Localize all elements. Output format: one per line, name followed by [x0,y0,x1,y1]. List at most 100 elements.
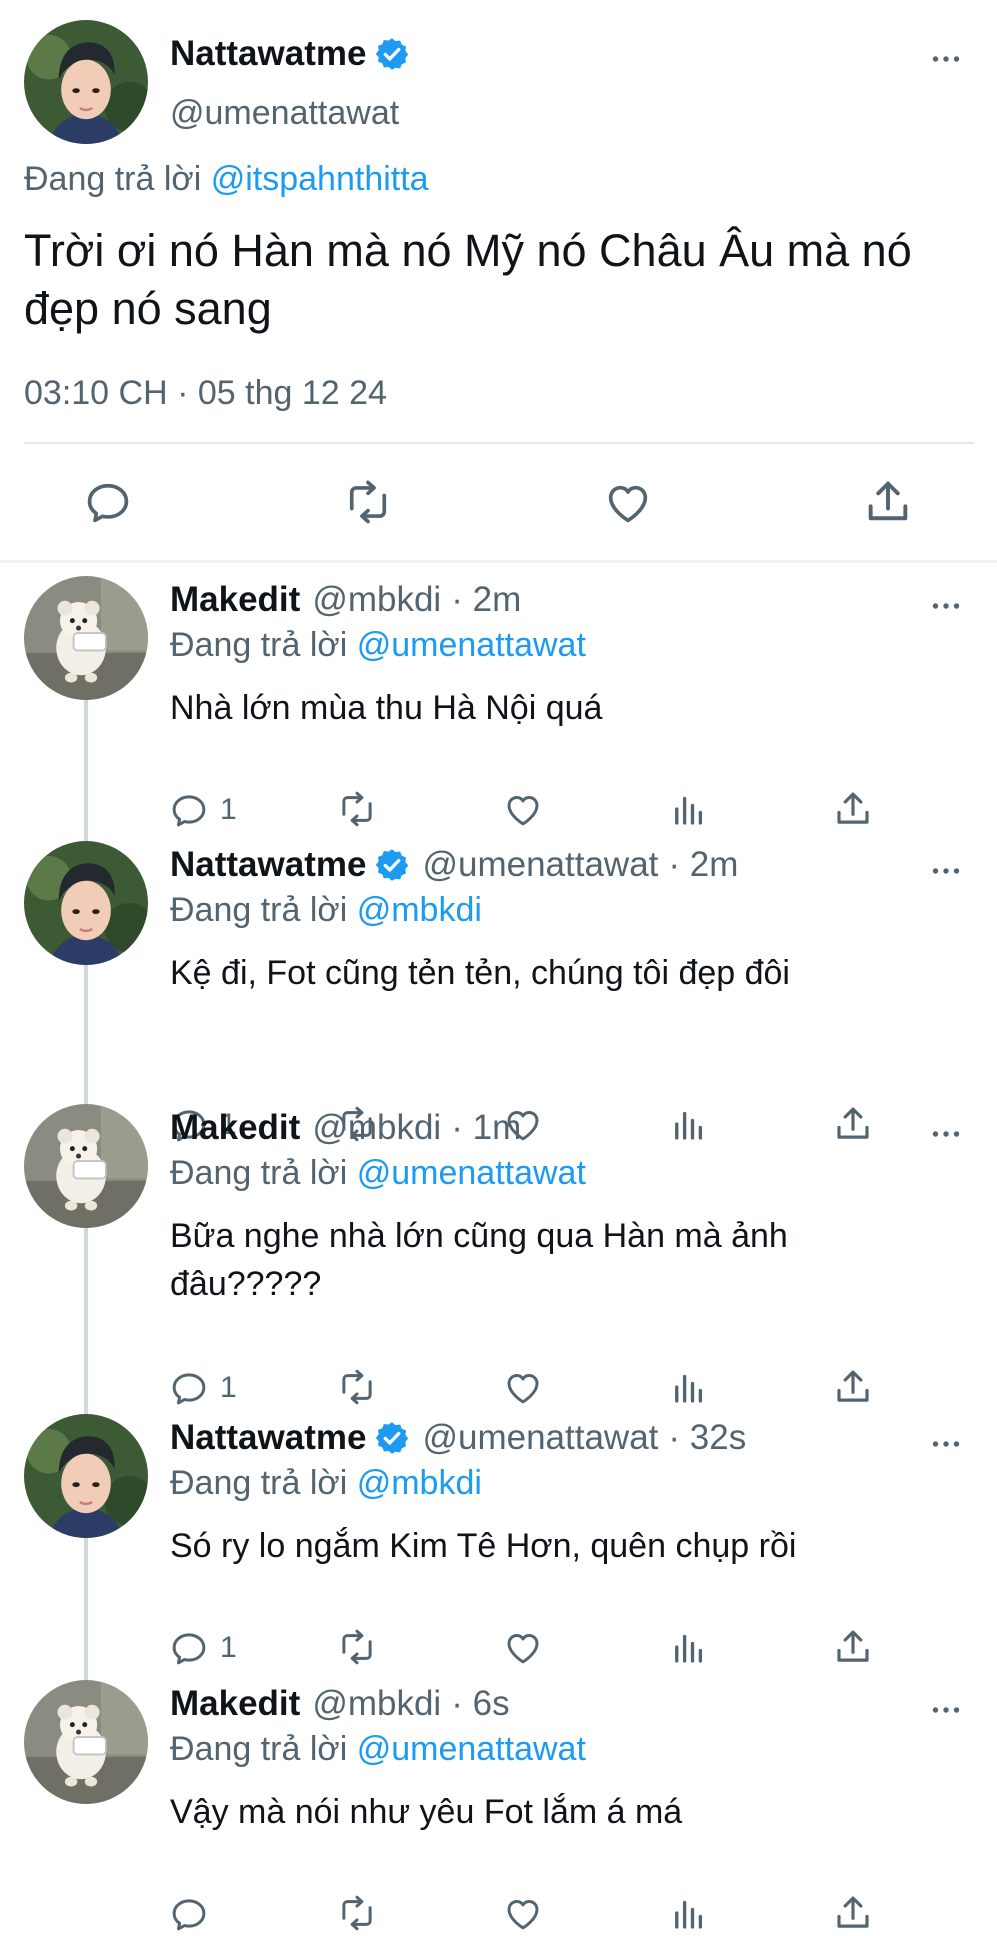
more-options-icon[interactable] [928,853,964,889]
display-name[interactable]: Nattawatme [170,1418,366,1458]
reply-tweet[interactable]: Makedit @mbkdi · 2m Đang trả lời @umenat… [0,570,997,826]
avatar[interactable] [24,841,148,965]
author-handle[interactable]: @mbkdi [312,580,441,620]
more-options-icon[interactable] [928,1692,964,1728]
display-name[interactable]: Nattawatme [170,34,366,74]
author-handle[interactable]: @mbkdi [312,1108,441,1148]
avatar[interactable] [24,576,148,700]
like-icon[interactable] [502,1626,544,1668]
replying-to: Đang trả lời @mbkdi [170,1464,482,1503]
reply-action[interactable]: 1 [168,788,237,832]
reply-mention-link[interactable]: @mbkdi [357,891,482,929]
verified-badge-icon [374,36,410,72]
retweet-icon[interactable] [336,1366,378,1408]
views-icon[interactable] [668,1892,710,1934]
tweet-timestamp[interactable]: 03:10 CH · 05 thg 12 24 [24,374,387,413]
reply-text: Bữa nghe nhà lớn cũng qua Hàn mà ảnh đâu… [170,1217,788,1303]
reply-tweet[interactable]: Makedit @mbkdi · 6s Đang trả lời @umenat… [0,1674,997,1924]
reply-prefix: Đang trả lời [170,1154,348,1192]
tweet-text: Trời ơi nó Hàn mà nó Mỹ nó Châu Âu mà nó… [24,225,912,334]
reply-text: Vậy mà nói như yêu Fot lắm á má [170,1793,683,1831]
reply-mention-link[interactable]: @mbkdi [357,1464,482,1502]
views-icon[interactable] [668,1626,710,1668]
reply-time[interactable]: · 6s [451,1684,509,1724]
reply-action[interactable]: 1 [168,1626,237,1670]
author-handle[interactable]: @umenattawat [422,1418,658,1458]
reply-mention-link[interactable]: @itspahnthitta [211,160,429,198]
display-name[interactable]: Makedit [170,580,300,620]
reply-count: 1 [220,793,237,826]
divider [24,442,974,444]
more-options-icon[interactable] [928,1116,964,1152]
like-icon[interactable] [502,788,544,830]
verified-badge-icon [374,847,410,883]
display-name[interactable]: Nattawatme [170,845,366,885]
replying-to: Đang trả lời @umenattawat [170,626,586,665]
reply-mention-link[interactable]: @umenattawat [357,1154,586,1192]
author-row: Makedit @mbkdi · 2m [170,578,521,622]
avatar[interactable] [24,1680,148,1804]
author-row: Makedit @mbkdi · 6s [170,1682,510,1726]
reply-text: Só ry lo ngắm Kim Tê Hơn, quên chụp rồi [170,1527,797,1565]
reply-icon[interactable] [168,1367,210,1409]
retweet-icon[interactable] [342,476,394,528]
reply-icon[interactable] [168,789,210,831]
share-icon[interactable] [832,1366,874,1408]
share-icon[interactable] [832,788,874,830]
retweet-icon[interactable] [336,1626,378,1668]
like-icon[interactable] [502,1366,544,1408]
share-icon[interactable] [832,1626,874,1668]
reply-count: 1 [220,1371,237,1404]
more-options-icon[interactable] [928,1426,964,1462]
like-icon[interactable] [502,1892,544,1934]
replying-to: Đang trả lời @umenattawat [170,1730,586,1769]
reply-action[interactable]: 1 [168,1366,237,1410]
share-icon[interactable] [832,1892,874,1934]
reply-text: Kệ đi, Fot cũng tẻn tẻn, chúng tôi đẹp đ… [170,954,790,992]
verified-badge-icon [374,1420,410,1456]
share-icon[interactable] [862,476,914,528]
reply-icon[interactable] [168,1893,210,1935]
reply-time[interactable]: · 2m [668,845,738,885]
reply-text: Nhà lớn mùa thu Hà Nội quá [170,689,603,727]
reply-tweet[interactable]: Nattawatme @umenattawat · 2m Đang trả lờ… [0,835,997,1141]
more-options-icon[interactable] [928,588,964,624]
reply-mention-link[interactable]: @umenattawat [357,1730,586,1768]
author-handle[interactable]: @umenattawat [170,94,399,133]
reply-icon[interactable] [82,476,134,528]
author-row: Nattawatme [170,32,410,76]
reply-mention-link[interactable]: @umenattawat [357,626,586,664]
reply-prefix: Đang trả lời [170,891,348,929]
avatar[interactable] [24,1414,148,1538]
reply-time[interactable]: · 32s [668,1418,746,1458]
retweet-icon[interactable] [336,1892,378,1934]
reply-count: 1 [220,1631,237,1664]
views-icon[interactable] [668,1366,710,1408]
reply-prefix: Đang trả lời [170,1730,348,1768]
reply-prefix: Đang trả lời [24,160,202,198]
reply-time[interactable]: · 1m [451,1108,521,1148]
views-icon[interactable] [668,788,710,830]
replying-to: Đang trả lời @mbkdi [170,891,482,930]
more-options-icon[interactable] [928,41,964,77]
reply-tweet[interactable]: Makedit @mbkdi · 1m Đang trả lời @umenat… [0,1098,997,1404]
like-icon[interactable] [602,476,654,528]
main-tweet: Nattawatme @umenattawat Đang trả lời @it… [0,0,997,560]
reply-time[interactable]: · 2m [451,580,521,620]
author-handle[interactable]: @umenattawat [422,845,658,885]
reply-prefix: Đang trả lời [170,626,348,664]
avatar[interactable] [24,1104,148,1228]
author-row: Nattawatme @umenattawat · 32s [170,1416,746,1460]
reply-prefix: Đang trả lời [170,1464,348,1502]
display-name[interactable]: Makedit [170,1108,300,1148]
display-name[interactable]: Makedit [170,1684,300,1724]
author-row: Nattawatme @umenattawat · 2m [170,843,738,887]
author-row: Makedit @mbkdi · 1m [170,1106,521,1150]
avatar[interactable] [24,20,148,144]
retweet-icon[interactable] [336,788,378,830]
reply-icon[interactable] [168,1627,210,1669]
replying-to: Đang trả lời @umenattawat [170,1154,586,1193]
reply-tweet[interactable]: Nattawatme @umenattawat · 32s Đang trả l… [0,1408,997,1664]
reply-action[interactable] [168,1892,220,1936]
author-handle[interactable]: @mbkdi [312,1684,441,1724]
